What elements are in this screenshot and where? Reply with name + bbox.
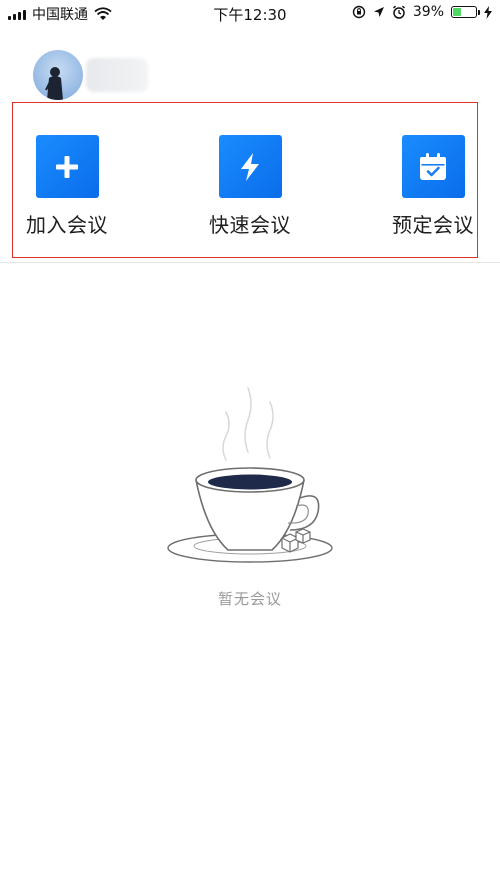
username-redacted <box>86 58 148 92</box>
orientation-lock-icon <box>352 5 366 19</box>
alarm-icon <box>392 5 405 19</box>
status-right: 39% <box>352 4 492 20</box>
battery-icon <box>451 6 480 18</box>
lightning-icon <box>218 135 282 198</box>
join-meeting-button[interactable]: 加入会议 <box>12 135 122 238</box>
plus-icon <box>35 135 99 198</box>
join-meeting-label: 加入会议 <box>26 213 108 237</box>
calendar-check-icon <box>401 135 465 198</box>
location-icon <box>373 7 384 17</box>
quick-meeting-button[interactable]: 快速会议 <box>195 135 305 238</box>
charging-icon <box>484 5 492 19</box>
section-divider <box>0 262 500 263</box>
avatar[interactable] <box>33 50 83 100</box>
avatar-photo <box>45 67 63 100</box>
coffee-cup-illustration <box>167 387 333 563</box>
empty-state-text: 暂无会议 <box>217 590 282 608</box>
schedule-meeting-label: 预定会议 <box>392 213 474 237</box>
battery-percent: 39% <box>412 4 444 20</box>
status-bar: 中国联通 下午12:30 39% <box>0 0 500 26</box>
battery-fill <box>453 8 461 16</box>
quick-meeting-label: 快速会议 <box>209 213 291 237</box>
schedule-meeting-button[interactable]: 预定会议 <box>378 135 488 238</box>
